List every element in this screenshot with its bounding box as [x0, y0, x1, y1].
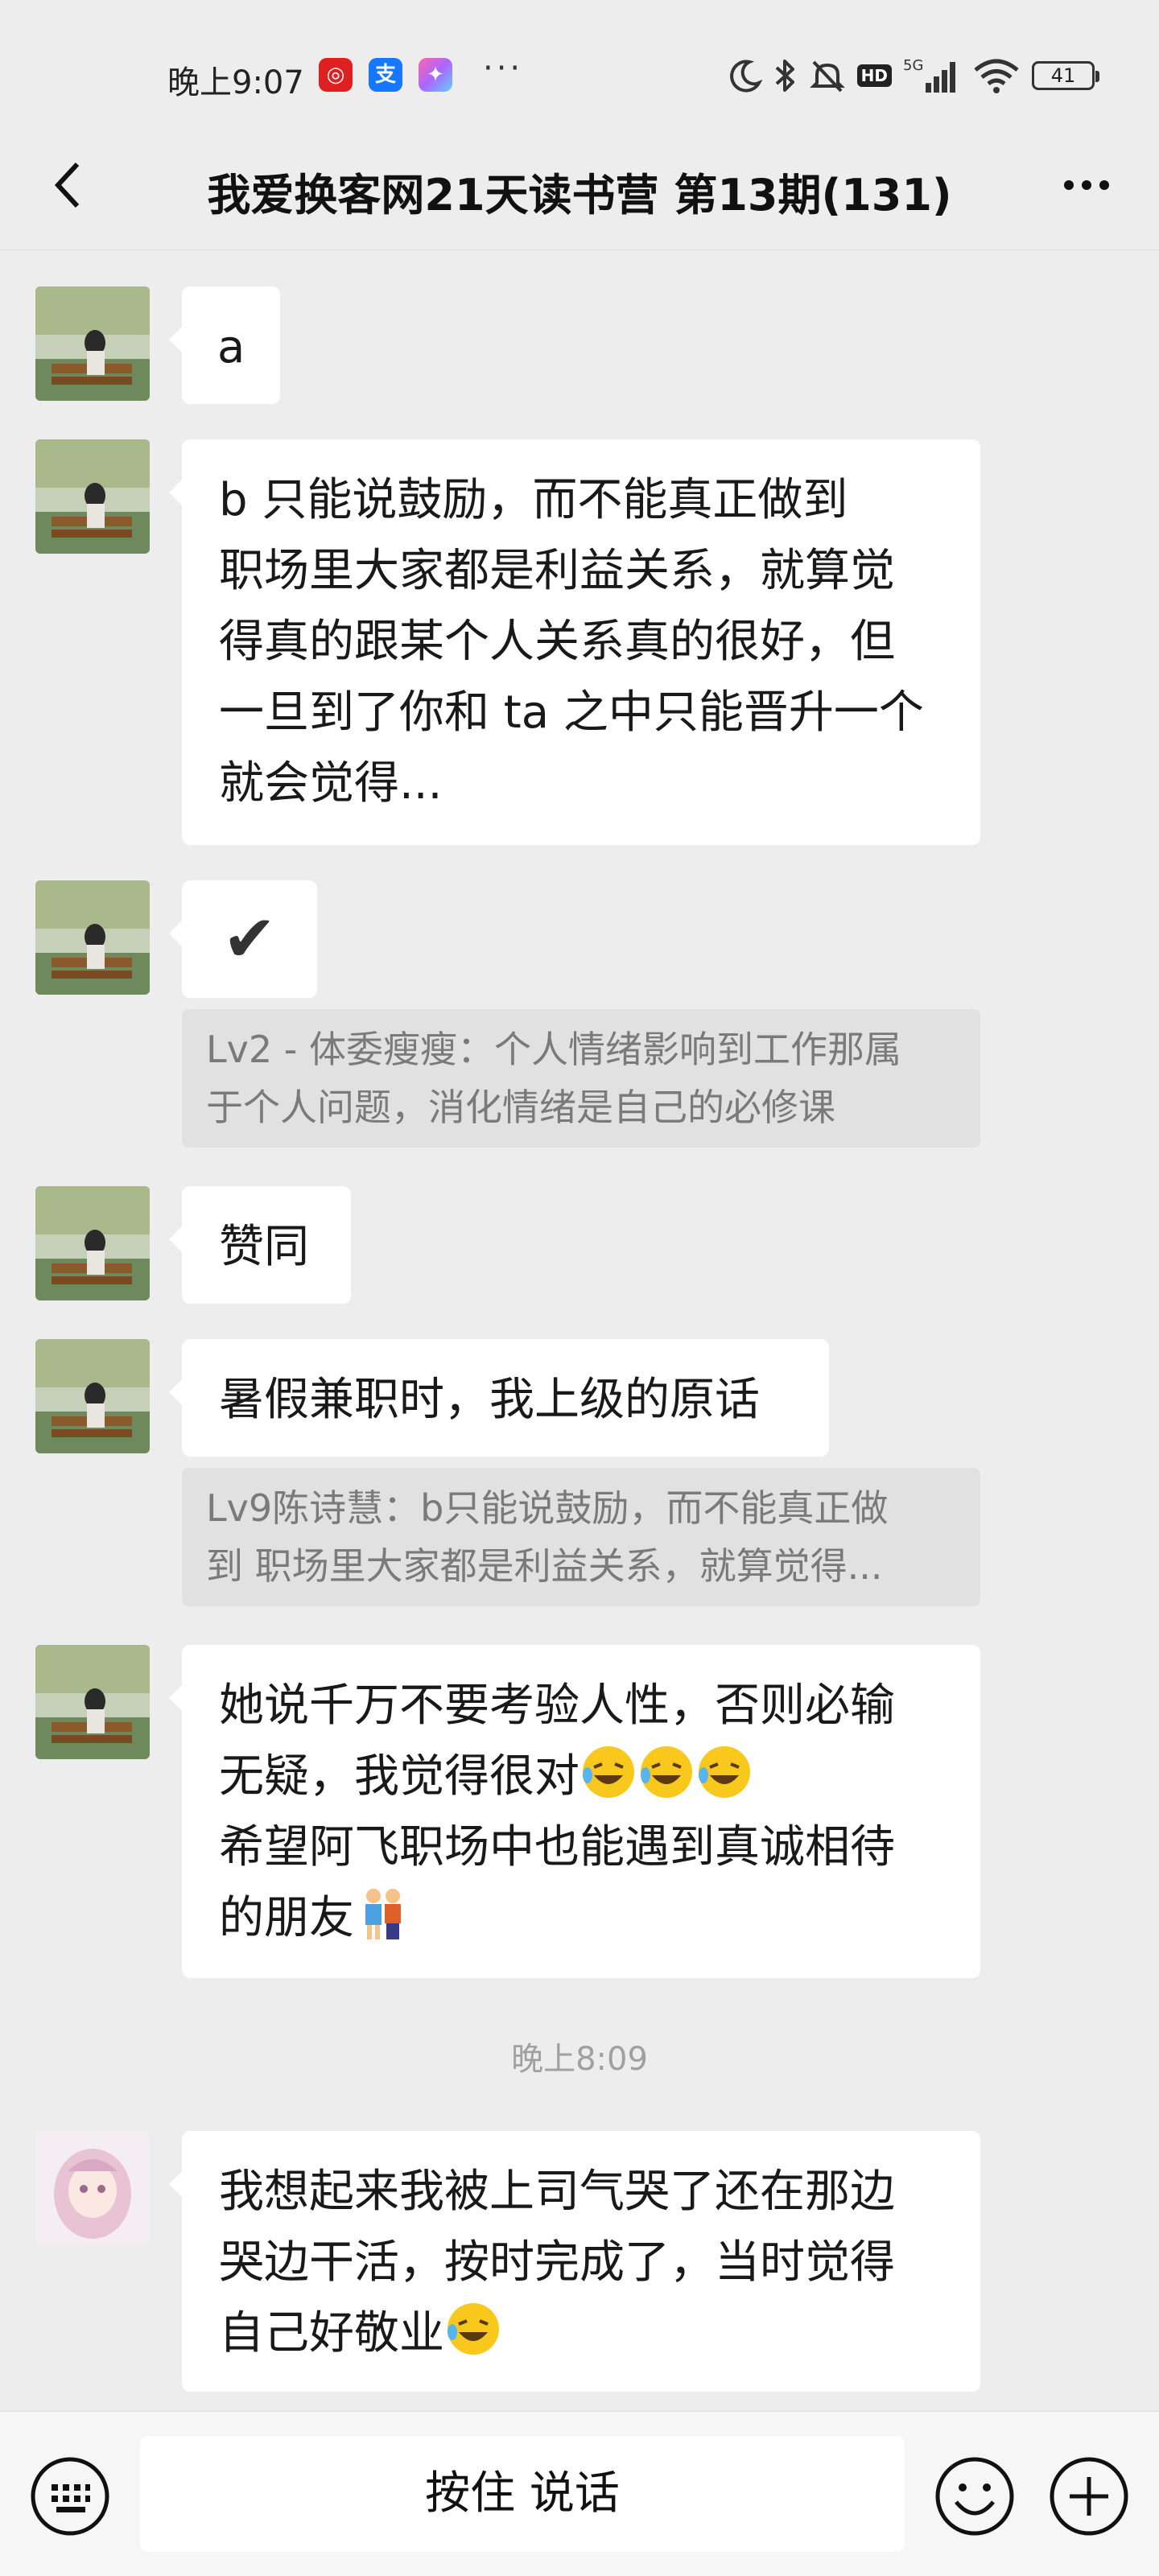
avatar[interactable] [35, 1339, 150, 1453]
quoted-reply[interactable]: Lv9陈诗慧：b只能说鼓励，而不能真正做 到 职场里大家都是利益关系，就算觉得.… [182, 1468, 980, 1606]
avatar[interactable] [35, 1645, 150, 1759]
more-options-icon[interactable] [1046, 153, 1127, 217]
message-bubble[interactable]: 暑假兼职时，我上级的原话 [169, 1339, 829, 1457]
message-text: 希望阿飞职场中也能遇到真诚相待 的朋友 [219, 1821, 895, 1944]
netease-music-icon: ◎ [319, 58, 353, 92]
svg-text:5G: 5G [903, 57, 923, 74]
status-time: 晚上9:07 [167, 64, 304, 101]
battery-icon: 41 [1032, 61, 1099, 90]
message-bubble[interactable]: 我想起来我被上司气哭了还在那边 哭边干活，按时完成了，当时觉得 自己好敬业 [169, 2131, 980, 2392]
avatar[interactable] [35, 286, 150, 401]
signal-icon: 5G [903, 57, 955, 93]
chat-title: 我爱换客网21天读书营 第13期(131) [207, 170, 952, 221]
laugh-crying-emoji-icon [583, 1746, 634, 1798]
status-icons: HD 5G 41 [728, 53, 1099, 98]
message-bubble[interactable]: b 只能说鼓励，而不能真正做到 职场里大家都是利益关系，就算觉 得真的跟某个人关… [169, 439, 980, 845]
emoji-icon[interactable] [934, 2455, 1016, 2537]
quoted-reply[interactable]: Lv2 - 体委瘦瘦：个人情绪影响到工作那属 于个人问题，消化情绪是自己的必修课 [182, 1009, 980, 1148]
message-bubble[interactable]: 她说千万不要考验人性，否则必输 无疑，我觉得很对 希望阿飞职场中也能遇到真诚相待… [169, 1645, 980, 1978]
alipay-icon: 支 [369, 58, 402, 92]
time-separator: 晚上8:09 [511, 2041, 648, 2078]
avatar[interactable] [35, 1186, 150, 1300]
laugh-crying-emoji-icon [641, 1746, 692, 1798]
color-app-icon: ✦ [419, 58, 452, 92]
chat-header: 我爱换客网21天读书营 第13期(131) [0, 121, 1159, 250]
keyboard-icon[interactable] [29, 2455, 111, 2537]
message-bubble[interactable]: a [169, 286, 280, 404]
plus-icon[interactable] [1048, 2455, 1130, 2537]
message-text: 她说千万不要考验人性，否则必输 无疑，我觉得很对 [219, 1680, 895, 1803]
laugh-crying-emoji-icon [448, 2303, 499, 2355]
avatar[interactable] [35, 2131, 150, 2245]
message-bubble[interactable]: 赞同 [169, 1186, 351, 1304]
laugh-crying-emoji-icon [699, 1746, 750, 1798]
bluetooth-icon [775, 60, 794, 92]
hold-to-talk-button[interactable]: 按住 说话 [140, 2436, 905, 2552]
message-text: 我想起来我被上司气哭了还在那边 哭边干活，按时完成了，当时觉得 自己好敬业 [219, 2166, 895, 2360]
hd-icon: HD [856, 64, 892, 87]
more-notifications-icon: ··· [483, 50, 524, 87]
wifi-icon [974, 59, 1019, 93]
input-bar: 按住 说话 [0, 2411, 1159, 2576]
message-bubble[interactable]: ✔ [169, 880, 317, 998]
avatar[interactable] [35, 880, 150, 995]
moon-icon [729, 60, 762, 93]
back-arrow-icon[interactable] [40, 153, 105, 217]
mute-icon [809, 60, 845, 93]
avatar[interactable] [35, 439, 150, 554]
couple-emoji-icon [365, 1889, 401, 1939]
